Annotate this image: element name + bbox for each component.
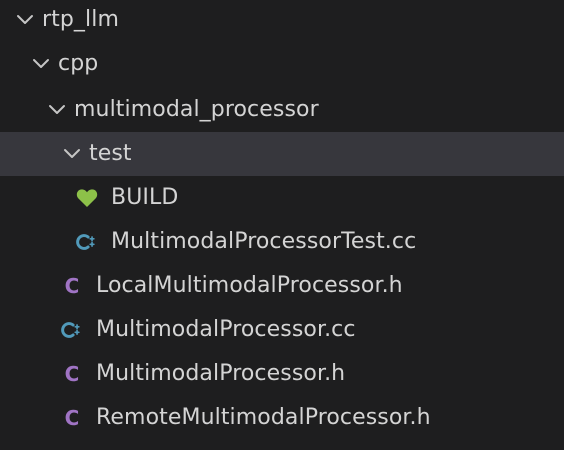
c-header-icon: C [64, 274, 80, 298]
c-header-icon: C [64, 362, 80, 386]
folder-label: test [89, 141, 132, 166]
file-label: LocalMultimodalProcessor.h [96, 273, 403, 298]
bazel-heart-icon [76, 176, 98, 220]
file-multimodal-processor-h[interactable]: C MultimodalProcessor.h [0, 352, 564, 396]
file-multimodal-processor-cc[interactable]: MultimodalProcessor.cc [0, 308, 564, 352]
file-remote-multimodal-processor-h[interactable]: C RemoteMultimodalProcessor.h [0, 396, 564, 440]
folder-cpp[interactable]: cpp [0, 42, 564, 86]
file-label: MultimodalProcessor.h [96, 361, 346, 386]
chevron-down-icon[interactable] [61, 132, 83, 176]
c-header-icon: C [64, 406, 80, 430]
chevron-down-icon[interactable] [46, 88, 68, 132]
cpp-icon [76, 220, 98, 264]
file-multimodal-processor-test-cc[interactable]: MultimodalProcessorTest.cc [0, 220, 564, 264]
cpp-icon [61, 308, 83, 352]
folder-label: rtp_llm [42, 7, 119, 32]
chevron-down-icon[interactable] [30, 42, 52, 86]
file-label: MultimodalProcessor.cc [96, 317, 356, 342]
file-local-multimodal-processor-h[interactable]: C LocalMultimodalProcessor.h [0, 264, 564, 308]
folder-rtp-llm[interactable]: rtp_llm [0, 0, 564, 42]
file-label: RemoteMultimodalProcessor.h [96, 405, 431, 430]
folder-label: multimodal_processor [74, 97, 319, 122]
folder-multimodal-processor[interactable]: multimodal_processor [0, 88, 564, 132]
chevron-down-icon[interactable] [14, 0, 36, 42]
file-label: BUILD [111, 185, 179, 210]
file-build[interactable]: BUILD [0, 176, 564, 220]
folder-label: cpp [58, 51, 99, 76]
file-label: MultimodalProcessorTest.cc [111, 229, 417, 254]
file-explorer-tree: rtp_llm cpp multimodal_processor test BU… [0, 0, 564, 450]
folder-test[interactable]: test [0, 132, 564, 176]
